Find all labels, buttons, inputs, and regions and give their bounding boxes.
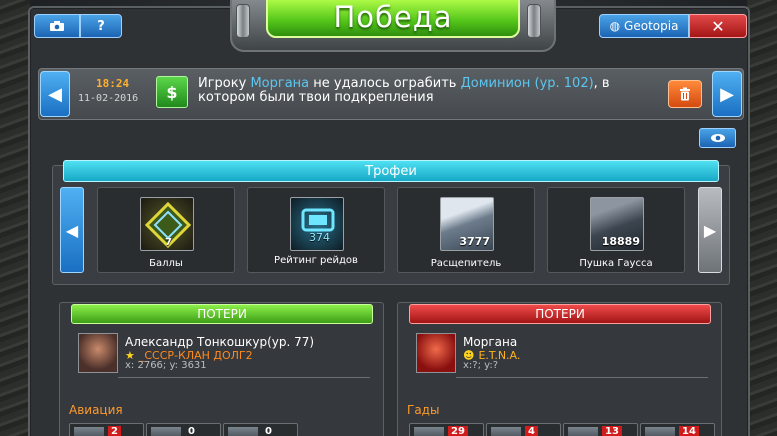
creature-icon (491, 427, 521, 436)
victory-screen: ? Победа ◍ Geotopia ✕ ◀ ▶ 18:24 11-02-20… (0, 0, 777, 436)
unit-loss-count: 29 (448, 426, 468, 436)
close-button[interactable]: ✕ (689, 14, 747, 38)
chevron-left-icon: ◀ (65, 220, 79, 240)
unit-slot[interactable]: 14 (640, 423, 715, 436)
losses-header: ПОТЕРИ (71, 304, 373, 324)
left-edge-decor (0, 0, 30, 436)
player-name: Моргана (463, 335, 518, 349)
prev-news-button[interactable]: ◀ (40, 71, 70, 117)
player-coords: x: 2766; y: 3631 (125, 360, 207, 371)
msg-text: Игроку (198, 76, 251, 91)
dollar-icon: $ (156, 76, 188, 108)
unit-slot[interactable]: 13 (563, 423, 638, 436)
trophy-count: 18889 (601, 235, 640, 248)
unit-slot[interactable]: 0 (146, 423, 221, 436)
globe-icon: ◍ (609, 19, 621, 33)
unit-loss-count: 0 (188, 426, 195, 436)
trophies-header: Трофеи (63, 160, 719, 182)
trophies-next-button[interactable]: ▶ (698, 187, 722, 273)
target-link[interactable]: Доминион (ур. 102) (461, 76, 594, 91)
trophy-card-points[interactable]: 7 Баллы (97, 187, 235, 273)
avatar[interactable] (416, 333, 456, 373)
page-title: Победа (266, 0, 520, 38)
trophy-label: Пушка Гаусса (579, 258, 653, 269)
avatar[interactable] (78, 333, 118, 373)
geotopia-button[interactable]: ◍ Geotopia (599, 14, 689, 38)
trophy-count: 7 (165, 237, 172, 248)
camera-button[interactable] (34, 14, 80, 38)
trophy-label: Рейтинг рейдов (274, 255, 358, 266)
player-name: Александр Тонкошкур(ур. 77) (125, 335, 315, 349)
creature-icon (414, 427, 444, 436)
frame-bolt (527, 4, 541, 38)
unit-loss-count: 0 (265, 426, 272, 436)
aircraft-icon (228, 427, 258, 436)
aircraft-icon (74, 427, 104, 436)
frame-bolt (236, 4, 250, 38)
unit-loss-count: 13 (602, 426, 622, 436)
unit-loss-count: 2 (108, 426, 121, 436)
news-time: 18:24 (96, 77, 130, 90)
trophies-prev-button[interactable]: ◀ (60, 187, 84, 273)
divider (456, 377, 708, 378)
unit-category: Гады (407, 403, 440, 417)
msg-text: не удалось ограбить (309, 76, 461, 91)
trophy-count: 374 (309, 231, 330, 244)
trophy-label: Расщепитель (430, 258, 502, 269)
chevron-left-icon: ◀ (48, 83, 62, 105)
news-message: Игроку Моргана не удалось ограбить Домин… (198, 77, 668, 105)
delete-news-button[interactable] (668, 80, 702, 108)
unit-slot[interactable]: 29 (409, 423, 484, 436)
unit-category: Авиация (69, 403, 123, 417)
player-link[interactable]: Моргана (250, 76, 309, 91)
camera-icon (50, 21, 64, 31)
trash-icon (680, 87, 690, 101)
player-coords: x:?; y:? (463, 360, 499, 371)
chevron-right-icon: ▶ (703, 220, 717, 240)
geotopia-label: Geotopia (624, 19, 679, 33)
trophy-count: 3777 (459, 235, 490, 248)
unit-slot[interactable]: 0 (223, 423, 298, 436)
chevron-right-icon: ▶ (720, 83, 734, 105)
trophy-card-raid-rating[interactable]: 374 Рейтинг рейдов (247, 187, 385, 273)
help-button[interactable]: ? (80, 14, 122, 38)
unit-slot[interactable]: 2 (69, 423, 144, 436)
next-news-button[interactable]: ▶ (712, 71, 742, 117)
news-date: 11-02-2016 (78, 93, 139, 104)
trophy-card-splitter[interactable]: 3777 Расщепитель (397, 187, 535, 273)
unit-loss-count: 14 (679, 426, 699, 436)
aircraft-icon (151, 427, 181, 436)
losses-header: ПОТЕРИ (409, 304, 711, 324)
trophy-label: Баллы (149, 258, 183, 269)
unit-slot[interactable]: 4 (486, 423, 561, 436)
divider (118, 377, 370, 378)
creature-icon (645, 427, 675, 436)
view-toggle-button[interactable] (699, 128, 736, 148)
unit-loss-count: 4 (525, 426, 538, 436)
trophy-card-gauss[interactable]: 18889 Пушка Гаусса (547, 187, 685, 273)
eye-icon (710, 134, 725, 142)
creature-icon (568, 427, 598, 436)
right-edge-decor (747, 0, 777, 436)
